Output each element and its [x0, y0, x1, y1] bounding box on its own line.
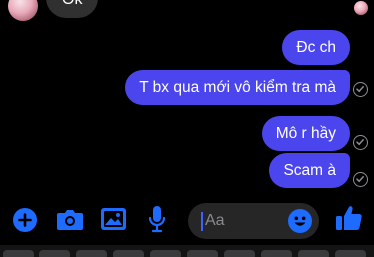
outgoing-message-bubble[interactable]: Đc ch: [282, 30, 350, 65]
keyboard: [0, 245, 374, 257]
emoji-icon[interactable]: [288, 209, 312, 233]
incoming-message-bubble[interactable]: Ok: [46, 0, 99, 18]
outgoing-message-text: Đc ch: [296, 38, 336, 56]
outgoing-message-text: Mô r hầy: [275, 124, 336, 142]
keyboard-key[interactable]: [187, 250, 218, 257]
message-input-placeholder: Aa: [205, 212, 225, 229]
outgoing-message-bubble[interactable]: Scam à: [269, 153, 350, 188]
seen-avatar: [354, 1, 368, 15]
image-icon[interactable]: [100, 207, 127, 231]
delivered-check-icon: [353, 172, 368, 187]
message-input[interactable]: Aa: [188, 203, 319, 239]
thumbs-up-icon[interactable]: [335, 204, 363, 232]
keyboard-key[interactable]: [261, 250, 292, 257]
keyboard-key[interactable]: [298, 250, 329, 257]
keyboard-key[interactable]: [224, 250, 255, 257]
contact-avatar[interactable]: [8, 0, 38, 21]
camera-icon[interactable]: [56, 207, 84, 231]
keyboard-key[interactable]: [335, 250, 366, 257]
text-caret: [201, 212, 203, 231]
keyboard-key[interactable]: [150, 250, 181, 257]
delivered-check-icon: [353, 135, 368, 150]
keyboard-key[interactable]: [76, 250, 107, 257]
plus-icon[interactable]: [13, 208, 37, 232]
incoming-message-text: Ok: [62, 0, 82, 9]
outgoing-message-text: T bx qua mới vô kiểm tra mà: [139, 78, 336, 96]
keyboard-key[interactable]: [113, 250, 144, 257]
outgoing-message-bubble[interactable]: Mô r hầy: [261, 116, 350, 151]
outgoing-message-bubble[interactable]: T bx qua mới vô kiểm tra mà: [125, 70, 350, 105]
outgoing-message-text: Scam à: [283, 161, 336, 179]
keyboard-key[interactable]: [39, 250, 70, 257]
keyboard-key[interactable]: [3, 250, 34, 257]
microphone-icon[interactable]: [148, 205, 166, 233]
delivered-check-icon: [353, 82, 368, 97]
